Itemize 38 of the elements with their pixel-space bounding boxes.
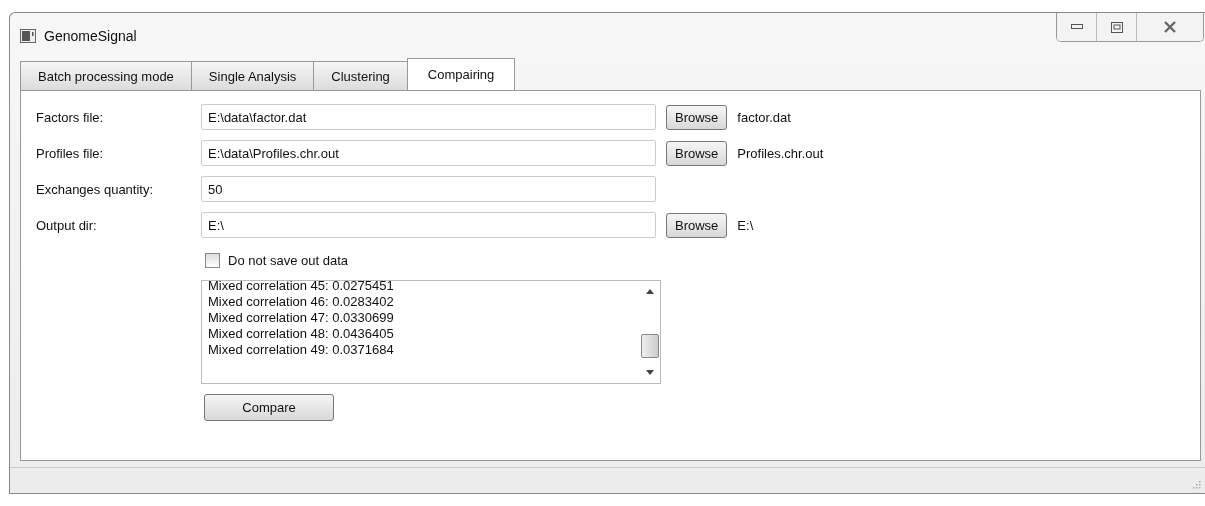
file-name: factor.dat [737, 109, 791, 125]
close-button[interactable] [1137, 13, 1203, 41]
file-name: E:\ [737, 217, 754, 233]
app-icon [20, 28, 36, 43]
tab[interactable]: Clustering [313, 61, 408, 91]
field-label: Exchanges quantity: [36, 181, 155, 197]
browse-button[interactable]: Browse [666, 212, 728, 238]
resize-grip-icon[interactable] [1193, 481, 1201, 489]
scroll-thumb[interactable] [641, 334, 659, 359]
maximize-icon [1110, 21, 1123, 33]
log-line: Mixed correlation 49: 0.0371684 [208, 342, 395, 359]
checkbox-label: Do not save out data [228, 252, 348, 268]
checkbox[interactable] [205, 252, 220, 268]
input-field[interactable]: E:\data\factor.dat [201, 104, 656, 131]
log-line: Mixed correlation 46: 0.0283402 [208, 294, 395, 311]
tab[interactable]: Batch processing mode [20, 61, 192, 91]
field-label: Factors file: [36, 109, 105, 125]
browse-button[interactable]: Browse [666, 104, 728, 130]
scroll-up-icon[interactable] [646, 289, 654, 295]
close-icon [1163, 21, 1177, 33]
tab[interactable]: Compairing [406, 58, 516, 91]
maximize-button[interactable] [1097, 13, 1137, 41]
input-field[interactable]: E:\data\Profiles.chr.out [201, 140, 656, 167]
scroll-down-icon[interactable] [646, 370, 654, 376]
minimize-icon [1070, 24, 1083, 30]
browse-button[interactable]: Browse [666, 140, 728, 166]
compare-button[interactable]: Compare [204, 394, 334, 422]
field-label: Profiles file: [36, 145, 105, 161]
input-field[interactable]: E:\ [201, 212, 656, 239]
tab[interactable]: Single Analysis [190, 61, 315, 91]
file-name: Profiles.chr.out [737, 145, 824, 161]
minimize-button[interactable] [1057, 13, 1097, 41]
input-field[interactable]: 50 [201, 176, 656, 203]
log-line: Mixed correlation 45: 0.0275451 [208, 281, 395, 295]
log-line: Mixed correlation 47: 0.0330699 [208, 310, 395, 327]
log-line: Mixed correlation 48: 0.0436405 [208, 326, 395, 343]
field-label: Output dir: [36, 217, 98, 233]
window-title: GenomeSignal [44, 27, 137, 44]
